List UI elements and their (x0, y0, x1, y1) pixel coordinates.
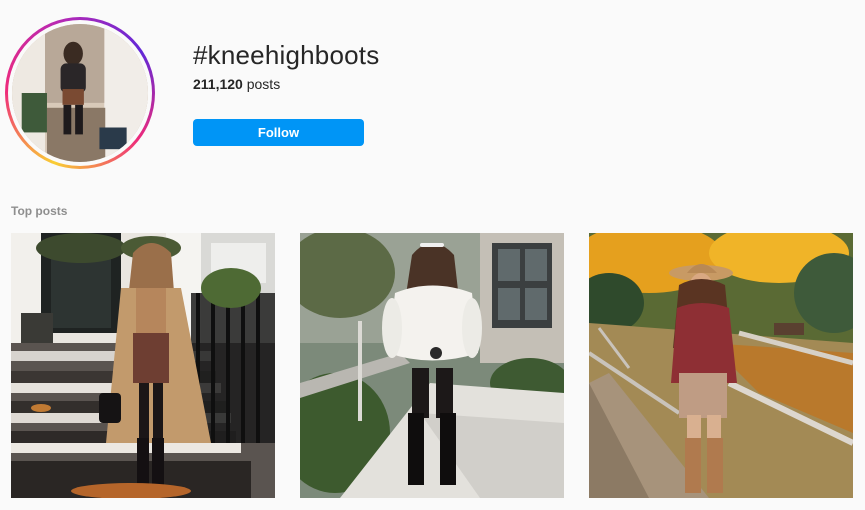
post-tile-3[interactable] (589, 233, 853, 498)
hashtag-avatar (12, 24, 148, 162)
post-tile-1[interactable] (11, 233, 275, 498)
hashtag-avatar-ring[interactable] (5, 17, 155, 169)
post-tile-2[interactable] (300, 233, 564, 498)
hashtag-header: #kneehighboots 211,120 posts Follow (0, 0, 865, 190)
post-count-number: 211,120 (193, 76, 243, 92)
post-image-3 (589, 233, 853, 498)
post-count: 211,120 posts (193, 76, 280, 92)
post-image-2 (300, 233, 564, 498)
hashtag-title: #kneehighboots (193, 40, 380, 70)
post-image-1 (11, 233, 275, 498)
follow-button[interactable]: Follow (193, 119, 364, 146)
top-posts-label: Top posts (11, 204, 68, 218)
post-count-suffix: posts (242, 76, 281, 92)
